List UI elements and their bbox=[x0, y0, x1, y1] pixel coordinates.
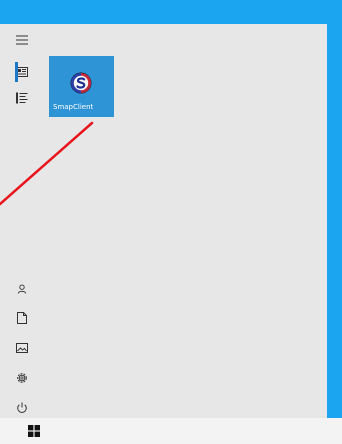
documents-icon bbox=[17, 312, 27, 324]
user-account-icon bbox=[17, 284, 27, 294]
all-apps-button[interactable] bbox=[0, 84, 44, 112]
tiles-view-button[interactable] bbox=[0, 58, 44, 86]
windows-logo-icon bbox=[28, 425, 40, 437]
smapclient-tile[interactable]: SmapClient bbox=[49, 56, 114, 117]
user-account-button[interactable] bbox=[0, 275, 44, 303]
tile-label: SmapClient bbox=[53, 103, 94, 111]
start-menu: SmapClient bbox=[0, 24, 327, 418]
pictures-icon bbox=[16, 343, 28, 353]
tiles-view-icon bbox=[16, 67, 28, 77]
documents-button[interactable] bbox=[0, 304, 44, 332]
windows-start-button[interactable] bbox=[25, 422, 43, 440]
hamburger-menu-icon bbox=[16, 35, 28, 45]
pictures-button[interactable] bbox=[0, 334, 44, 362]
power-icon bbox=[17, 402, 27, 413]
hamburger-menu-button[interactable] bbox=[0, 26, 44, 54]
settings-icon bbox=[17, 373, 27, 383]
start-menu-nav-rail bbox=[0, 24, 44, 418]
taskbar bbox=[0, 418, 342, 444]
all-apps-list-icon bbox=[16, 92, 28, 104]
smapclient-logo-icon bbox=[70, 72, 92, 94]
settings-button[interactable] bbox=[0, 364, 44, 392]
